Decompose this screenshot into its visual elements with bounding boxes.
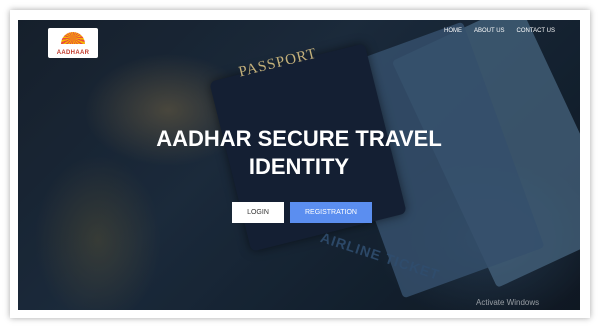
aadhaar-logo[interactable]: AADHAAR: [48, 28, 98, 58]
title-line-1: AADHAR SECURE TRAVEL: [156, 126, 442, 151]
activate-windows-watermark: Activate Windows: [476, 298, 540, 307]
registration-button[interactable]: REGISTRATION: [290, 202, 372, 223]
nav-about-link[interactable]: ABOUT US: [474, 28, 505, 34]
fingerprint-sun-icon: [61, 32, 85, 44]
login-button[interactable]: LOGIN: [232, 202, 284, 223]
top-nav: HOME ABOUT US CONTACT US: [444, 28, 555, 34]
nav-contact-link[interactable]: CONTACT US: [517, 28, 555, 34]
nav-home-link[interactable]: HOME: [444, 28, 462, 34]
page-title: AADHAR SECURE TRAVEL IDENTITY: [18, 125, 580, 181]
title-line-2: IDENTITY: [248, 154, 350, 179]
logo-text: AADHAAR: [56, 50, 90, 56]
